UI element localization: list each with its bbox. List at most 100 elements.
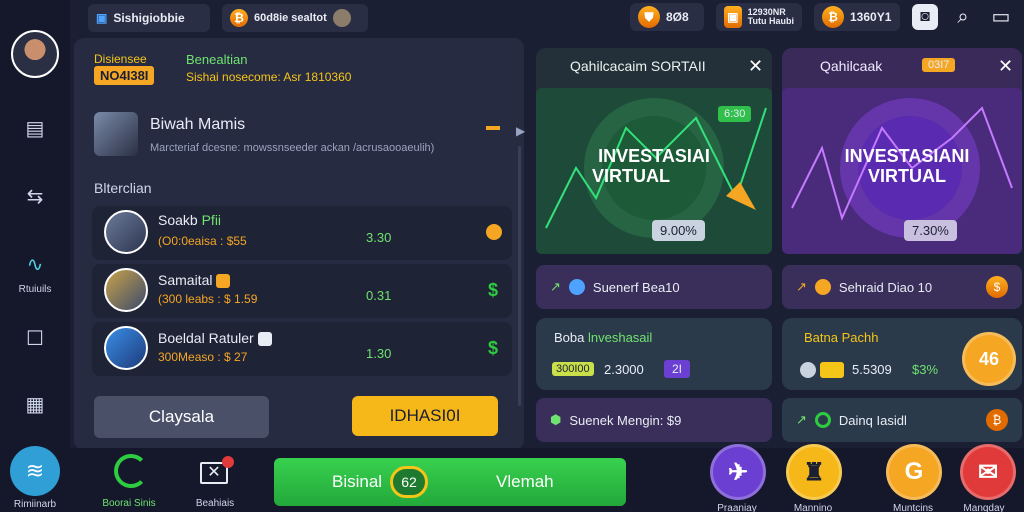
document-icon[interactable]: ▤ [17,110,53,146]
list-item[interactable] [92,206,512,260]
item-value: 3.30 [366,230,392,245]
purple-stats-value: 5.5309 [852,362,892,377]
green-stats-title: Boba lnveshasail [554,330,653,345]
app-icon: ▣ [96,11,108,25]
secondary-tab[interactable]: ₿ 60d8ie sealtot [222,4,368,32]
item-badge-icon [257,332,272,347]
g-coin-icon[interactable]: G [886,444,942,500]
promo-bubble-icon[interactable]: 46 [962,332,1016,386]
item-badge-icon [216,274,231,289]
green-big-1: INVESTASIAI [598,146,710,166]
share-icon[interactable]: ⇆ [17,178,53,214]
bird-icon[interactable]: ✈ [710,444,766,500]
coin-icon: ₿ [986,409,1008,431]
toggle-icon[interactable] [800,362,816,378]
tab-avatar [332,9,351,27]
app-label: Sishigiobbie [113,11,185,25]
bag-icon: ▣ [724,6,742,28]
profile-photo [94,112,138,156]
link-icon[interactable]: ∿ [17,246,53,282]
wallet-icon[interactable]: ▭ [988,4,1014,30]
nav-label-2: Beahiais [195,498,235,509]
list-item[interactable] [92,322,512,376]
purple-strip-1[interactable]: ↗ Sehraid Diao 10 $ [782,265,1022,309]
currency-pill-3[interactable]: ₿ 1360Y1 [814,3,900,31]
user-avatar[interactable] [11,30,59,78]
item-name: Boeldal Ratuler [158,330,272,347]
item-sub: 300Measo : $ 27 [158,350,248,364]
list-item[interactable] [92,264,512,318]
refresh-icon[interactable] [114,454,148,488]
nav-label-1: Boorai Sinis [102,498,156,509]
close-icon[interactable]: ✕ [998,56,1013,77]
scrollbar[interactable] [518,146,521,406]
chart-icon: ↗ [796,279,807,294]
profile-desc: Marcteriaf dcesne: mowssnseeder ackan /a… [150,142,435,154]
coin-icon: ₿ [230,9,248,27]
app-tab[interactable]: ▣ Sishigiobbie [88,4,210,32]
item-sub: (O0:0eaisa : $55 [158,234,247,248]
balance-title: Disiensee [94,52,147,66]
purple-strip-3-label: Dainq Iasidl [838,412,907,428]
currency-value-3: 1360Y1 [850,10,892,24]
item-sub: (300 leabs : $ 1.59 [158,292,258,306]
item-avatar [104,326,148,370]
green-strip-3[interactable]: ⬢ Suenek Mengin: $9 [536,398,772,442]
item-name: Samaital [158,272,231,289]
dollar-icon: $ [488,338,499,358]
robot-icon[interactable]: ☐ [17,320,53,356]
currency-pill-1[interactable]: ⛊ 8Ø8 [630,3,704,31]
item-value: 0.31 [366,288,392,303]
purple-stats-chip [820,362,844,378]
balance-value: NO4I38I [94,66,155,85]
profile-name: Biwah Mamis [150,116,246,133]
status-dot-icon [486,224,502,240]
secondary-button[interactable]: Claysala [94,396,269,438]
green-card-title: Qahilcacaim SORTAII [570,58,706,74]
purple-strip-1-label: Sehraid Diao 10 [838,279,933,295]
currency-value-2: 12930NR Tutu Haubi [747,7,794,26]
green-big-2: VIRTUAL [592,166,670,186]
collapse-arrow-icon[interactable]: ▶ [516,124,525,138]
green-stats-card[interactable] [536,318,772,390]
gold-coin-icon: ₿ [822,6,844,28]
currency-pill-2[interactable]: ▣ 12930NR Tutu Haubi [716,3,802,31]
purple-strip-3[interactable]: ↗ Dainq Iasidl ₿ [782,398,1022,442]
circle-label-4: Manqday [963,503,1005,512]
green-time-badge: 6:30 [718,106,752,122]
currency-value-1: 8Ø8 [666,10,689,24]
secondary-tab-label: 60d8ie sealtot [254,12,327,24]
balance-sub-text: Sishai nosecome: Asr 1810360 [186,70,352,84]
home-icon[interactable]: ≋ [10,446,60,496]
gift-mail-icon[interactable]: ✉ [960,444,1016,500]
purple-stats-title: Batna Pachh [804,330,879,345]
search-icon[interactable]: ⌕ [950,4,976,30]
item-value: 1.30 [366,346,392,361]
close-icon[interactable]: ✕ [748,56,763,77]
briefcase-icon[interactable]: ▦ [17,386,53,422]
trophy-icon[interactable]: ♜ [786,444,842,500]
purple-card-title: Qahilcaak [820,58,883,74]
chat-icon[interactable]: ◙ [912,4,938,30]
green-stats-num: 2I [664,360,691,378]
purple-big-1: INVESTASIANI [844,146,970,166]
main-action-num: 62 [390,466,428,498]
balance-sub-title: Benealtian [186,52,248,67]
green-pct: 9.00% [652,220,705,241]
main-action-button[interactable] [274,458,626,506]
purple-tag: 03I7 [922,58,956,72]
left-rail: ▤ ⇆ ∿ Rtuiuils ☐ ▦ ≋ Rimiinarb [0,0,70,512]
purple-stats-pct: $3% [912,362,939,377]
profile-action[interactable] [486,126,500,130]
item-name: Soakb Pfii [158,212,222,228]
green-strip-1[interactable]: ↗ Suenerf Bea10 [536,265,772,309]
dollar-icon: $ [488,280,499,300]
green-stats-badge: 300I00 [552,362,594,376]
main-action-left: Bisinal [332,472,383,491]
circle-label-2: Mannino [793,503,833,512]
rail-label-1: Rtuiuils [18,284,52,295]
primary-button[interactable]: IDHASI0I [352,396,498,436]
globe-icon [814,279,831,295]
purple-pct: 7.30% [904,220,957,241]
rail-label-2: Rimiinarb [13,499,57,510]
